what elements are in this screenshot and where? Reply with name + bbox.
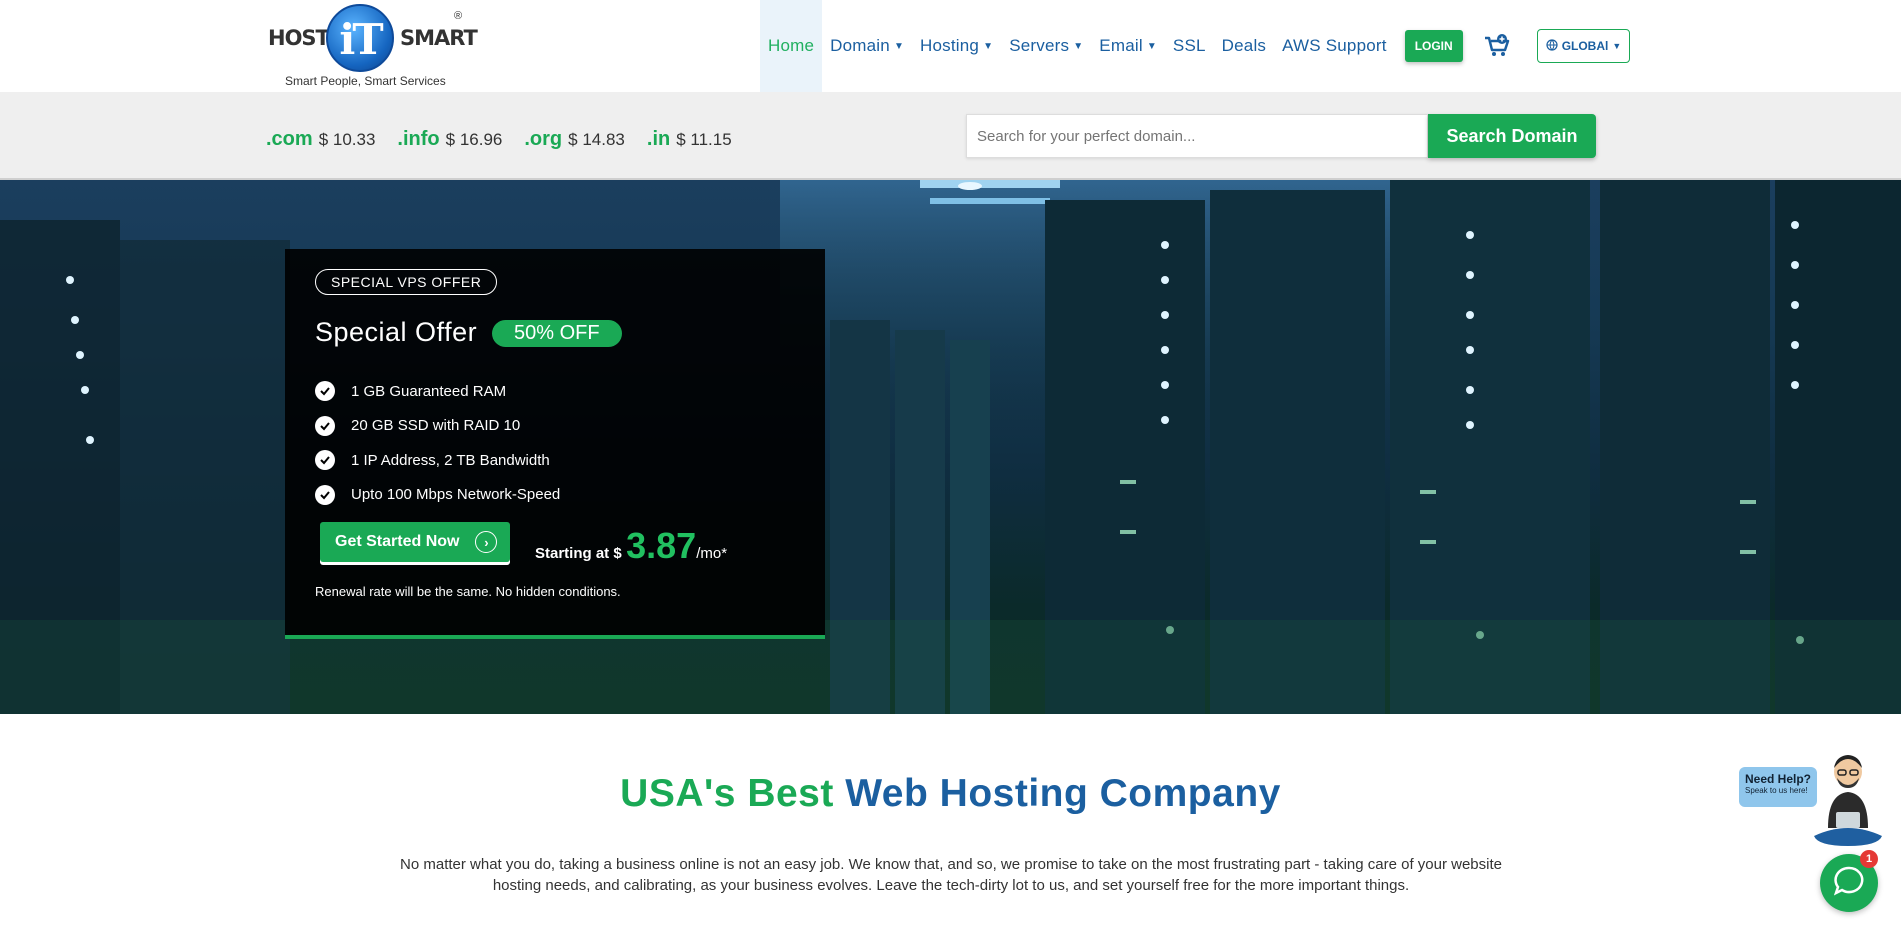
- registered-mark: ®: [454, 10, 463, 22]
- feature-text: Upto 100 Mbps Network-Speed: [351, 486, 561, 504]
- nav-hosting-label: Hosting: [920, 36, 980, 55]
- logo-word-host: HOST: [268, 26, 330, 50]
- unread-count-badge: 1: [1860, 850, 1878, 868]
- tld-price: $ 11.15: [676, 130, 732, 149]
- tld-info: .info $ 16.96: [397, 128, 502, 151]
- caret-down-icon: ▼: [1146, 40, 1157, 52]
- tld-extension: .info: [397, 128, 440, 150]
- logo-emblem: iT: [326, 4, 394, 72]
- nav-deals[interactable]: Deals: [1214, 0, 1274, 92]
- discount-pill: 50% OFF: [492, 320, 622, 347]
- cart-icon[interactable]: [1483, 32, 1511, 60]
- caret-down-icon: ▼: [1612, 41, 1622, 51]
- feature-item: 1 IP Address, 2 TB Bandwidth: [315, 443, 560, 478]
- feature-item: Upto 100 Mbps Network-Speed: [315, 478, 560, 513]
- nav-home[interactable]: Home: [760, 0, 823, 92]
- check-icon: [315, 415, 335, 436]
- search-domain-button[interactable]: Search Domain: [1428, 114, 1596, 158]
- feature-item: 20 GB SSD with RAID 10: [315, 409, 560, 444]
- section-intro: No matter what you do, taking a business…: [400, 856, 1502, 894]
- check-icon: [315, 484, 335, 505]
- nav-hosting[interactable]: Hosting ▼: [912, 0, 1001, 92]
- feature-text: 1 IP Address, 2 TB Bandwidth: [351, 451, 550, 469]
- nav-servers[interactable]: Servers ▼: [1001, 0, 1091, 92]
- brand-tagline: Smart People, Smart Services: [285, 74, 446, 88]
- tld-com: .com $ 10.33: [266, 128, 375, 151]
- nav-home-label: Home: [768, 36, 815, 55]
- check-icon: [315, 381, 335, 402]
- main-nav: Home Domain ▼ Hosting ▼ Servers ▼ Email ▼ SS…: [760, 0, 1631, 92]
- tld-price: $ 16.96: [445, 130, 503, 149]
- region-selector[interactable]: GLOBAl ▼: [1536, 29, 1631, 63]
- nav-ssl-label: SSL: [1172, 36, 1206, 55]
- domain-search-input[interactable]: [966, 114, 1428, 158]
- section-headline: USA's Best Web Hosting Company: [0, 772, 1901, 816]
- nav-email-label: Email: [1099, 36, 1143, 55]
- logo-word-it: iT: [339, 15, 383, 64]
- caret-down-icon: ▼: [983, 40, 994, 52]
- globe-icon: [1546, 38, 1558, 54]
- tld-price-list: .com $ 10.33 .info $ 16.96 .org $ 14.83 .in…: [266, 128, 732, 151]
- support-avatar: [1802, 750, 1894, 850]
- headline-blue: Web Hosting Company: [845, 772, 1281, 815]
- tld-extension: .in: [646, 128, 671, 150]
- domain-price-bar: .com $ 10.33 .info $ 16.96 .org $ 14.83 .in…: [0, 92, 1901, 180]
- vps-offer-card: SPECIAL VPS OFFER Special Offer 50% OFF …: [285, 249, 825, 639]
- nav-deals-label: Deals: [1221, 36, 1267, 55]
- nav-domain[interactable]: Domain ▼: [822, 0, 912, 92]
- region-label: GLOBAl: [1561, 39, 1609, 53]
- site-header: HOST iT SMART ® Smart People, Smart Serv…: [0, 0, 1901, 92]
- nav-aws-support-label: AWS Support: [1282, 36, 1387, 55]
- feature-text: 1 GB Guaranteed RAM: [351, 382, 507, 400]
- logo-word-smart: SMART: [400, 26, 478, 50]
- nav-ssl[interactable]: SSL: [1165, 0, 1214, 92]
- tld-extension: .org: [524, 128, 563, 150]
- price-value: 3.87: [626, 525, 697, 566]
- feature-item: 1 GB Guaranteed RAM: [315, 374, 560, 409]
- check-icon: [315, 450, 335, 471]
- price-prefix: Starting at $: [535, 545, 622, 562]
- nav-email[interactable]: Email ▼: [1091, 0, 1165, 92]
- price-suffix: /mo*: [696, 545, 728, 562]
- nav-servers-label: Servers: [1009, 36, 1070, 55]
- offer-price: Starting at $ 3.87/mo*: [535, 525, 727, 567]
- tld-price: $ 10.33: [318, 130, 376, 149]
- nav-domain-label: Domain: [830, 36, 890, 55]
- tld-in: .in $ 11.15: [647, 128, 732, 151]
- offer-badge: SPECIAL VPS OFFER: [315, 269, 498, 295]
- tld-extension: .com: [266, 128, 313, 150]
- get-started-label: Get Started Now: [335, 533, 460, 550]
- renewal-note: Renewal rate will be the same. No hidden…: [315, 584, 621, 599]
- offer-feature-list: 1 GB Guaranteed RAM 20 GB SSD with RAID …: [315, 374, 560, 512]
- caret-down-icon: ▼: [893, 40, 905, 52]
- login-button[interactable]: LOGIN: [1404, 30, 1463, 62]
- chevron-right-icon: ›: [475, 531, 498, 553]
- brand-logo[interactable]: HOST iT SMART ® Smart People, Smart Serv…: [266, 4, 478, 90]
- headline-green: USA's Best: [620, 772, 834, 815]
- feature-text: 20 GB SSD with RAID 10: [351, 417, 521, 435]
- tld-org: .org $ 14.83: [524, 128, 625, 151]
- get-started-button[interactable]: Get Started Now ›: [320, 522, 510, 562]
- nav-aws-support[interactable]: AWS Support: [1274, 0, 1395, 92]
- chat-bubble-icon: [1832, 864, 1866, 903]
- tld-price: $ 14.83: [568, 130, 625, 149]
- offer-title: Special Offer: [315, 317, 478, 347]
- domain-search-form: Search Domain: [966, 114, 1596, 158]
- caret-down-icon: ▼: [1073, 40, 1084, 52]
